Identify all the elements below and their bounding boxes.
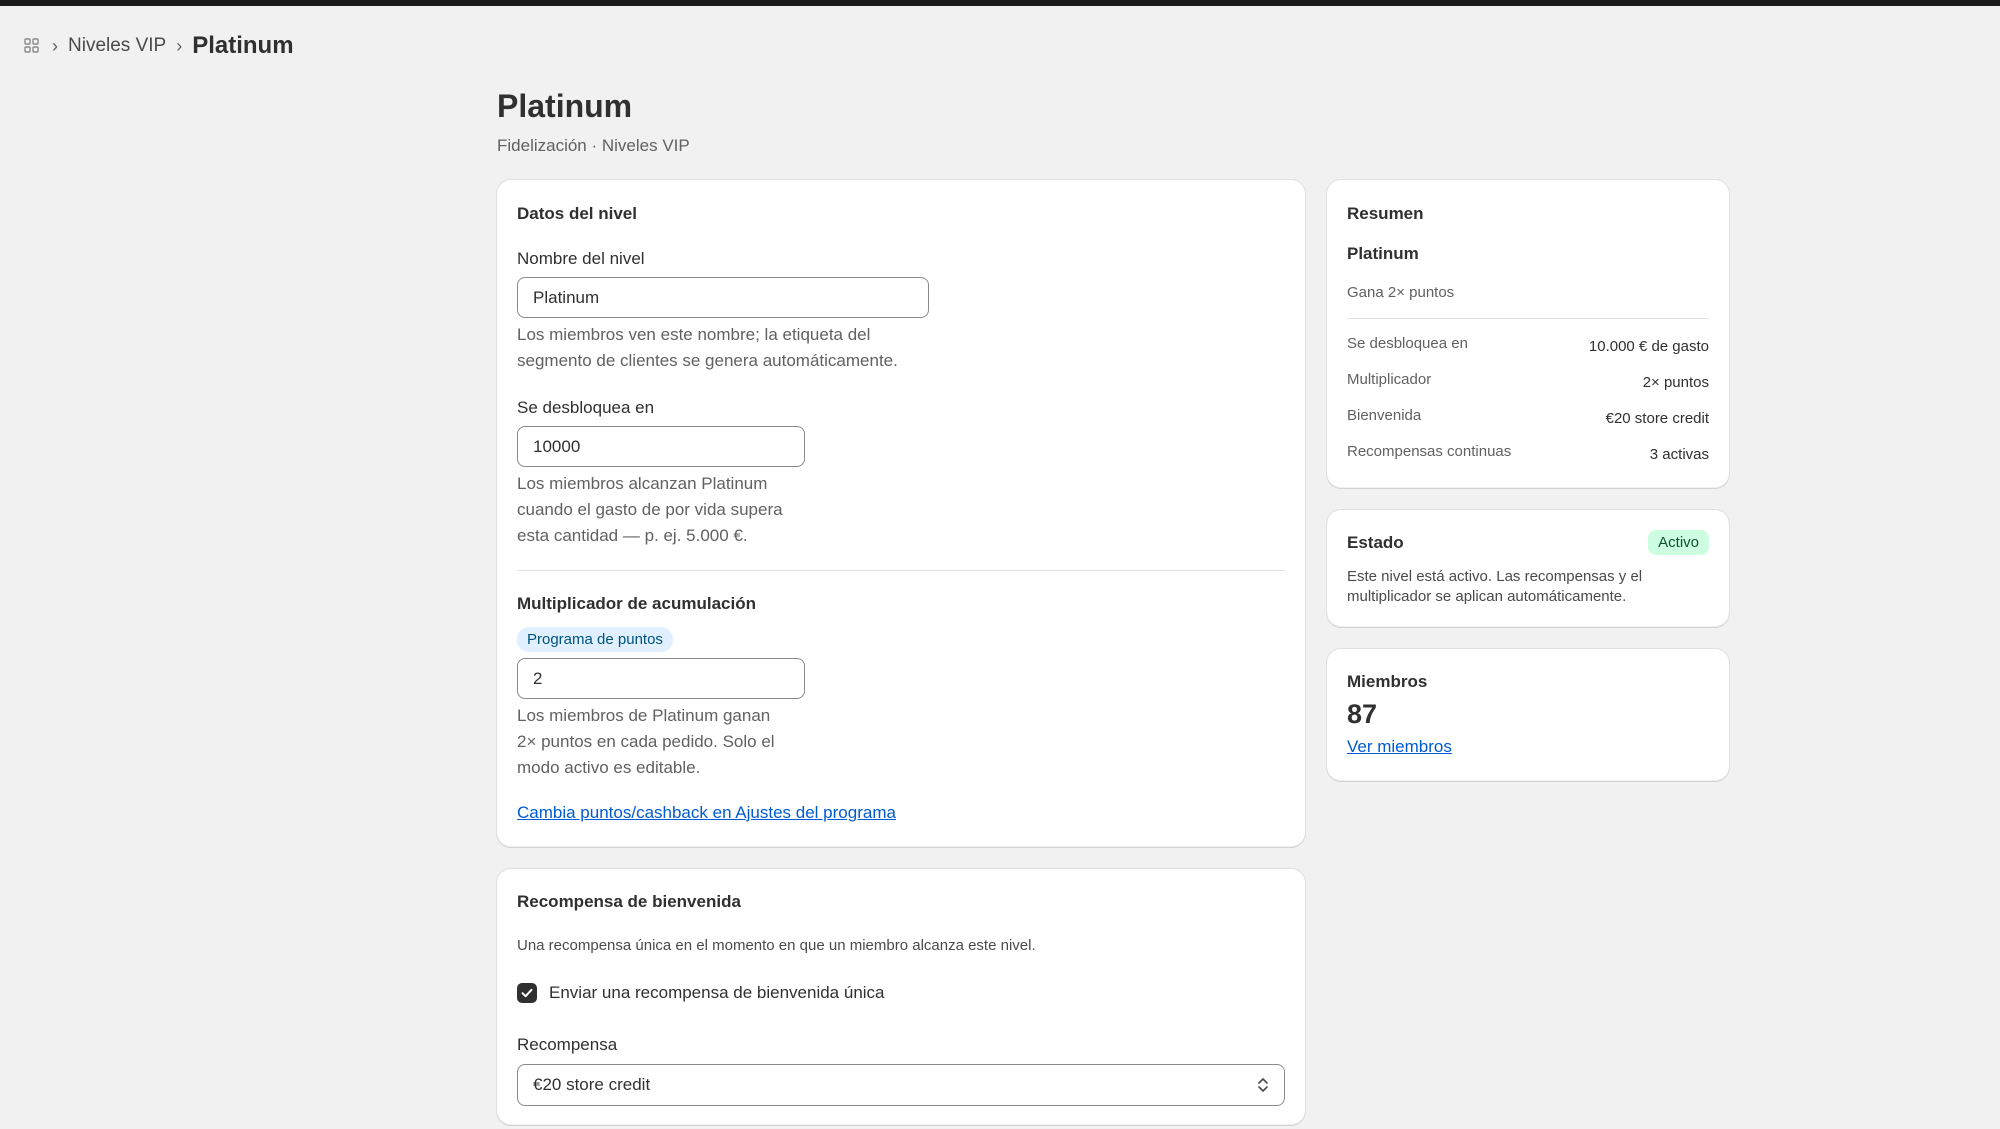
apps-grid-icon[interactable] [22, 36, 42, 56]
help-line: 2× puntos en cada pedido. Solo el [517, 732, 775, 751]
summary-tier-name: Platinum [1347, 244, 1419, 263]
welcome-description: Una recompensa única en el momento en qu… [517, 937, 1036, 954]
summary-key: Se desbloquea en [1347, 335, 1468, 352]
check-icon [521, 988, 533, 998]
chevron-right-icon: › [176, 35, 183, 56]
multiplier-label: Multiplicador de acumulación [517, 594, 756, 613]
breadcrumb: › Niveles VIP › Platinum [22, 30, 294, 62]
welcome-checkbox-label: Enviar una recompensa de bienvenida únic… [549, 983, 885, 1002]
summary-divider [1347, 318, 1709, 319]
summary-tagline: Gana 2× puntos [1347, 284, 1455, 301]
tier-name-help: Los miembros ven este nombre; la etiquet… [517, 322, 898, 374]
page-title: Platinum [497, 88, 633, 124]
help-line: Los miembros alcanzan Platinum [517, 474, 768, 493]
summary-value: 2× puntos [1642, 374, 1709, 391]
tier-details-card: Datos del nivel Nombre del nivel Platinu… [497, 180, 1305, 847]
page-subtitle: Fidelización · Niveles VIP [497, 136, 690, 155]
card-title: Resumen [1347, 204, 1424, 223]
summary-row: Multiplicador 2× puntos [1347, 371, 1709, 391]
unlock-help: Los miembros alcanzan Platinum cuando el… [517, 471, 783, 549]
summary-card: Resumen Platinum Gana 2× puntos Se desbl… [1327, 180, 1729, 488]
section-divider [517, 570, 1285, 571]
tier-name-label: Nombre del nivel [517, 249, 645, 268]
tier-name-input[interactable]: Platinum [517, 277, 929, 318]
members-card: Miembros 87 Ver miembros [1327, 649, 1729, 781]
reward-select[interactable]: €20 store credit [517, 1064, 1285, 1106]
status-card: Estado Activo Este nivel está activo. La… [1327, 510, 1729, 627]
help-line: esta cantidad — p. ej. 5.000 €. [517, 526, 748, 545]
welcome-checkbox[interactable] [517, 983, 537, 1003]
points-program-pill: Programa de puntos [517, 627, 673, 652]
summary-row: Se desbloquea en 10.000 € de gasto [1347, 335, 1709, 355]
program-settings-link[interactable]: Cambia puntos/cashback en Ajustes del pr… [517, 803, 896, 823]
select-chevron-icon [1258, 1078, 1268, 1092]
help-line: Los miembros de Platinum ganan [517, 706, 771, 725]
summary-value: 3 activas [1649, 446, 1709, 463]
status-text: Este nivel está activo. Las recompensas … [1347, 567, 1642, 607]
welcome-checkbox-row[interactable]: Enviar una recompensa de bienvenida únic… [517, 983, 885, 1003]
card-title: Recompensa de bienvenida [517, 892, 741, 911]
unlock-threshold-input[interactable]: 10000 [517, 426, 805, 467]
summary-key: Bienvenida [1347, 407, 1422, 424]
summary-value: €20 store credit [1605, 410, 1709, 427]
breadcrumb-current: Platinum [192, 32, 294, 59]
help-line: modo activo es editable. [517, 758, 701, 777]
welcome-reward-card: Recompensa de bienvenida Una recompensa … [497, 869, 1305, 1125]
help-line: cuando el gasto de por vida supera [517, 500, 783, 519]
status-text-line: Este nivel está activo. Las recompensas … [1347, 568, 1643, 585]
members-count: 87 [1347, 699, 1378, 729]
card-title: Datos del nivel [517, 204, 637, 223]
reward-label: Recompensa [517, 1035, 618, 1054]
card-title: Estado [1347, 533, 1404, 552]
status-text-line: multiplicador se aplican automáticamente… [1347, 588, 1627, 605]
summary-key: Recompensas continuas [1347, 443, 1512, 460]
status-badge: Activo [1648, 530, 1709, 555]
summary-row: Recompensas continuas 3 activas [1347, 443, 1709, 463]
breadcrumb-parent-link[interactable]: Niveles VIP [68, 35, 166, 57]
reward-select-value: €20 store credit [533, 1075, 651, 1094]
top-bar [0, 0, 2000, 6]
chevron-right-icon: › [52, 35, 58, 56]
multiplier-help: Los miembros de Platinum ganan 2× puntos… [517, 703, 775, 781]
summary-row: Bienvenida €20 store credit [1347, 407, 1709, 427]
card-title: Miembros [1347, 672, 1428, 691]
summary-key: Multiplicador [1347, 371, 1432, 388]
view-members-link[interactable]: Ver miembros [1347, 737, 1452, 757]
unlock-label: Se desbloquea en [517, 398, 655, 417]
help-line: Los miembros ven este nombre; la etiquet… [517, 325, 871, 344]
summary-value: 10.000 € de gasto [1588, 338, 1709, 355]
help-line: segmento de clientes se genera automátic… [517, 351, 898, 370]
multiplier-input[interactable]: 2 [517, 658, 805, 699]
